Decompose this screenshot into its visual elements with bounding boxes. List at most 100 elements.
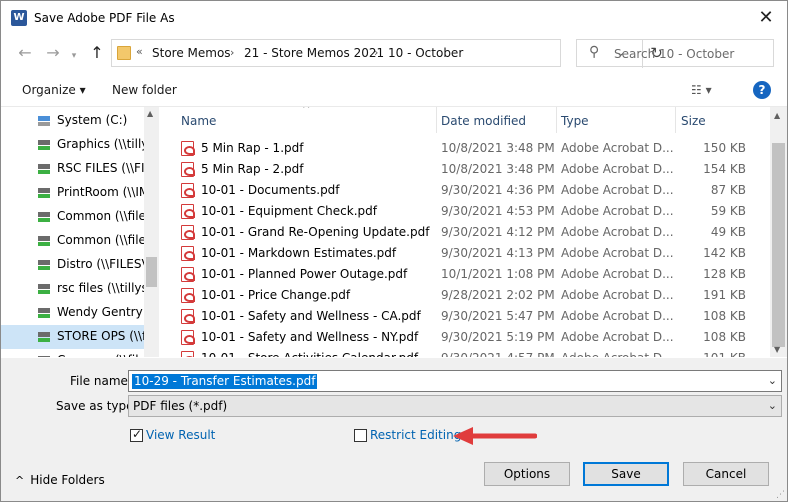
file-name-input[interactable]: 10-29 - Transfer Estimates.pdf ⌄ <box>128 370 782 392</box>
network-drive-icon <box>38 164 50 175</box>
column-divider[interactable] <box>436 107 437 133</box>
search-input[interactable]: Search 10 - October <box>614 47 734 61</box>
file-row[interactable]: 10-01 - Equipment Check.pdf 9/30/2021 4:5… <box>159 201 771 222</box>
file-list-scrollbar[interactable]: ▲ ▼ <box>770 107 787 357</box>
tree-scroll-thumb[interactable] <box>146 257 157 287</box>
sort-ascending-icon: ^ <box>302 107 311 115</box>
close-icon[interactable]: ✕ <box>755 7 777 29</box>
file-row[interactable]: 10-01 - Price Change.pdf 9/28/2021 2:02 P… <box>159 285 771 306</box>
file-date-cell: 9/30/2021 4:12 PM <box>441 225 555 239</box>
file-date-cell: 9/30/2021 5:19 PM <box>441 330 555 344</box>
tree-item-drive[interactable]: STORE OPS (\\fil <box>1 325 153 349</box>
tree-item-label: STORE OPS (\\fil <box>57 329 153 343</box>
file-date-cell: 10/8/2021 3:48 PM <box>441 162 555 176</box>
view-result-label[interactable]: View Result <box>146 428 215 442</box>
file-list: Name ^ Date modified Type Size 5 Min Rap… <box>159 107 787 357</box>
file-size-cell: 154 KB <box>703 162 746 176</box>
column-header-type[interactable]: Type <box>561 107 589 133</box>
chevron-down-icon[interactable]: ⌄ <box>768 399 777 412</box>
tree-scrollbar[interactable]: ▲ <box>144 107 159 357</box>
scroll-up-icon[interactable]: ▲ <box>147 109 153 118</box>
file-name-cell: 5 Min Rap - 2.pdf <box>201 162 304 176</box>
file-name-cell: 10-01 - Equipment Check.pdf <box>201 204 377 218</box>
up-arrow-icon[interactable]: ↑ <box>87 43 107 63</box>
breadcrumb-store-memos[interactable]: Store Memos <box>152 46 231 60</box>
save-as-type-select[interactable]: PDF files (*.pdf) ⌄ <box>128 395 782 417</box>
address-bar[interactable]: « Store Memos › 21 - Store Memos 2021 › … <box>111 39 663 68</box>
tree-item-drive[interactable]: Common (\\files <box>1 205 152 229</box>
tree-item-drive[interactable]: rsc files (\\tillys.l <box>1 277 155 301</box>
new-folder-button[interactable]: New folder <box>112 83 177 97</box>
resize-grip-icon[interactable]: ⋰ <box>776 490 785 500</box>
file-date-cell: 9/30/2021 4:57 PM <box>441 351 555 357</box>
search-box[interactable]: ⚲ Search 10 - October <box>576 39 774 67</box>
save-button[interactable]: Save <box>583 462 669 486</box>
forward-arrow-icon[interactable]: → <box>43 43 63 63</box>
view-result-checkbox[interactable]: ✓ <box>130 427 143 442</box>
restrict-editing-label[interactable]: Restrict Editing <box>370 428 461 442</box>
file-type-cell: Adobe Acrobat D... <box>561 162 674 176</box>
breadcrumb-october[interactable]: 10 - October <box>388 46 463 60</box>
column-header-date-modified[interactable]: Date modified <box>441 107 526 133</box>
back-arrow-icon[interactable]: ← <box>15 43 35 63</box>
pdf-file-icon <box>181 204 195 219</box>
tree-item-label: PrintRoom (\\IM <box>57 185 150 199</box>
file-row[interactable]: 10-01 - Grand Re-Opening Update.pdf 9/30/… <box>159 222 771 243</box>
file-type-cell: Adobe Acrobat D... <box>561 141 674 155</box>
scroll-up-icon[interactable]: ▲ <box>774 111 780 120</box>
tree-item-label: System (C:) <box>57 113 128 127</box>
tree-item-drive[interactable]: Common (\\files <box>1 229 152 253</box>
pdf-file-icon <box>181 183 195 198</box>
tree-item-drive[interactable]: System (C:) <box>1 109 144 133</box>
column-header-name[interactable]: Name <box>181 107 216 133</box>
tree-item-drive[interactable]: PrintRoom (\\IM <box>1 181 149 205</box>
more-locations-icon[interactable]: « <box>136 45 143 58</box>
tree-item-drive[interactable]: Common (\\file <box>1 349 146 357</box>
pdf-file-icon <box>181 141 195 156</box>
change-view-icon[interactable]: ☷ ▾ <box>691 83 712 97</box>
hide-folders-toggle[interactable]: ^ Hide Folders <box>15 473 105 487</box>
tree-item-drive[interactable]: RSC FILES (\\FILE <box>1 157 159 181</box>
file-date-cell: 9/30/2021 4:13 PM <box>441 246 555 260</box>
column-divider[interactable] <box>675 107 676 133</box>
chevron-down-icon[interactable]: ⌄ <box>768 374 777 387</box>
help-icon[interactable]: ? <box>753 81 771 99</box>
pdf-file-icon <box>181 351 195 357</box>
column-header-size[interactable]: Size <box>681 107 706 133</box>
file-name-cell: 10-01 - Planned Power Outage.pdf <box>201 267 408 281</box>
tree-item-drive[interactable]: Wendy Gentry (\ <box>1 301 155 325</box>
file-list-scroll-thumb[interactable] <box>772 143 785 347</box>
file-row[interactable]: 10-01 - Safety and Wellness - CA.pdf 9/30… <box>159 306 771 327</box>
recent-locations-chevron-icon[interactable]: ▾ <box>64 46 84 66</box>
tree-item-drive[interactable]: Distro (\\FILESVF <box>1 253 157 277</box>
file-row[interactable]: 10-01 - Planned Power Outage.pdf 10/1/202… <box>159 264 771 285</box>
file-name-cell: 10-01 - Safety and Wellness - NY.pdf <box>201 330 419 344</box>
file-row[interactable]: 10-01 - Documents.pdf 9/30/2021 4:36 PM Ad… <box>159 180 771 201</box>
file-row[interactable]: 10-01 - Markdown Estimates.pdf 9/30/2021 … <box>159 243 771 264</box>
organize-menu[interactable]: Organize ▾ <box>22 83 86 97</box>
breadcrumb-separator[interactable]: › <box>230 46 234 59</box>
scroll-down-icon[interactable]: ▼ <box>774 345 780 354</box>
tree-item-drive[interactable]: Graphics (\\tillys <box>1 133 155 157</box>
breadcrumb-store-memos-2021[interactable]: 21 - Store Memos 2021 <box>244 46 384 60</box>
options-button[interactable]: Options <box>484 462 570 486</box>
file-size-cell: 150 KB <box>703 141 746 155</box>
save-dialog: W Save Adobe PDF File As ✕ ← → ▾ ↑ « Sto… <box>0 0 788 502</box>
chevron-up-icon: ^ <box>15 474 25 487</box>
file-row[interactable]: 5 Min Rap - 2.pdf 10/8/2021 3:48 PM Adobe … <box>159 159 771 180</box>
file-row[interactable]: 10-01 - Safety and Wellness - NY.pdf 9/30… <box>159 327 771 348</box>
file-name-value[interactable]: 10-29 - Transfer Estimates.pdf <box>132 374 318 389</box>
file-row[interactable]: 10-01 - Store Activities Calendar.pdf 9/3… <box>159 348 771 357</box>
navigation-bar: ← → ▾ ↑ « Store Memos › 21 - Store Memos… <box>1 39 787 69</box>
save-form: File name: 10-29 - Transfer Estimates.pd… <box>1 358 787 501</box>
network-drive-icon <box>38 236 50 247</box>
file-type-cell: Adobe Acrobat D... <box>561 246 674 260</box>
column-divider[interactable] <box>556 107 557 133</box>
breadcrumb-separator[interactable]: › <box>374 46 378 59</box>
file-date-cell: 9/28/2021 2:02 PM <box>441 288 555 302</box>
file-size-cell: 108 KB <box>703 330 746 344</box>
restrict-editing-checkbox[interactable] <box>354 429 367 442</box>
cancel-button[interactable]: Cancel <box>683 462 769 486</box>
file-row[interactable]: 5 Min Rap - 1.pdf 10/8/2021 3:48 PM Adobe … <box>159 138 771 159</box>
file-size-cell: 101 KB <box>681 351 746 357</box>
